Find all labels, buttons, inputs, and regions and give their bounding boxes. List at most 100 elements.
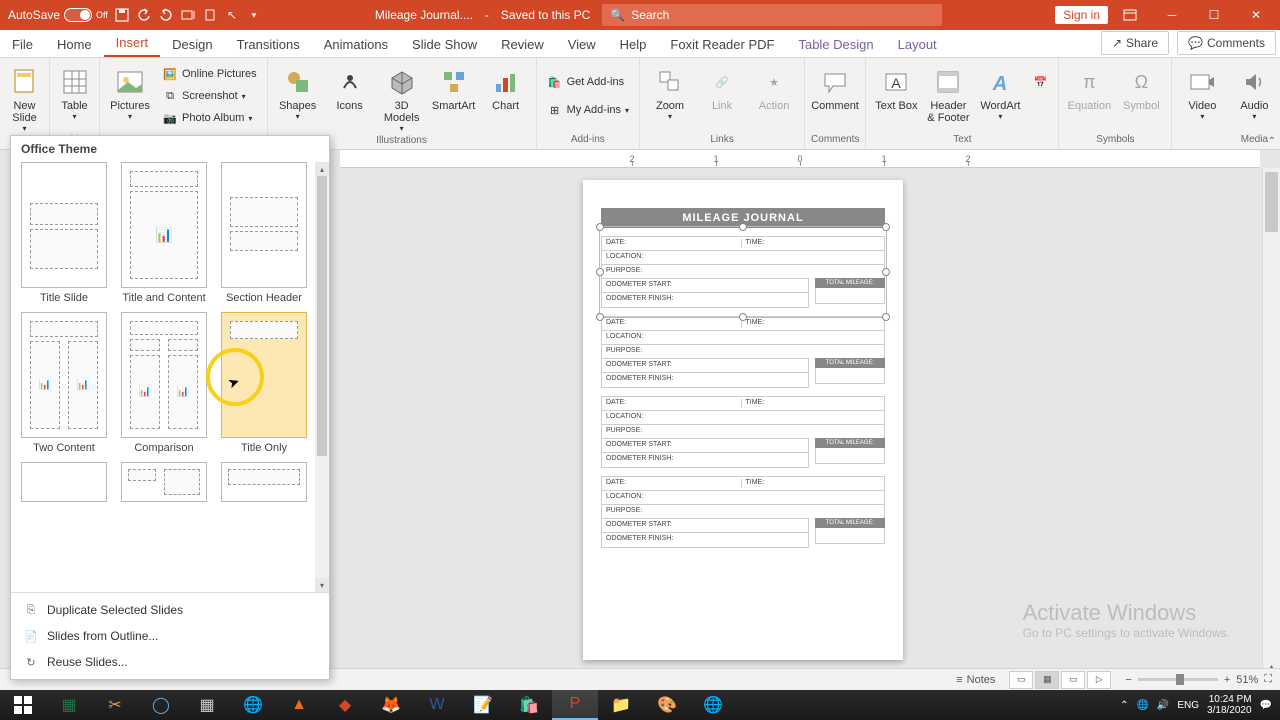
tab-slide-show[interactable]: Slide Show (400, 32, 489, 57)
tab-design[interactable]: Design (160, 32, 224, 57)
task-firefox-icon[interactable]: 🦊 (368, 690, 414, 720)
slides-from-outline-menuitem[interactable]: 📄Slides from Outline... (11, 623, 329, 649)
share-button[interactable]: ↗Share (1101, 31, 1169, 55)
tab-view[interactable]: View (556, 32, 608, 57)
notes-button[interactable]: ≡Notes (956, 674, 995, 686)
tab-review[interactable]: Review (489, 32, 556, 57)
zoom-level[interactable]: 51% (1236, 674, 1258, 686)
task-vlc-icon[interactable]: ▲ (276, 690, 322, 720)
reuse-slides-menuitem[interactable]: ↻Reuse Slides... (11, 649, 329, 675)
zoom-button[interactable]: Zoom▾ (646, 64, 694, 123)
collapse-ribbon-icon[interactable]: ⌃ (1268, 136, 1276, 147)
zoom-out-icon[interactable]: − (1125, 674, 1131, 686)
pointer-icon[interactable]: ↖ (224, 7, 240, 23)
comment-button[interactable]: Comment (811, 64, 859, 114)
undo-icon[interactable] (136, 7, 152, 23)
layout-picture-caption[interactable] (221, 462, 307, 502)
get-addins-button[interactable]: 🛍️Get Add-ins (543, 72, 633, 92)
task-paint-icon[interactable]: 🎨 (644, 690, 690, 720)
task-snip-icon[interactable]: ✂ (92, 690, 138, 720)
new-slide-button[interactable]: New Slide▾ (6, 64, 43, 135)
task-store-icon[interactable]: 🛍️ (506, 690, 552, 720)
tab-home[interactable]: Home (45, 32, 104, 57)
autosave-toggle[interactable]: AutoSave Off (8, 8, 108, 22)
start-button[interactable] (0, 690, 46, 720)
redo-icon[interactable] (158, 7, 174, 23)
qat-customize-icon[interactable]: ▾ (246, 7, 262, 23)
task-excel-icon[interactable]: ▦ (46, 690, 92, 720)
minimize-button[interactable]: ─ (1152, 0, 1192, 30)
tray-notifications-icon[interactable]: 💬 (1260, 700, 1272, 711)
tab-help[interactable]: Help (608, 32, 659, 57)
audio-button[interactable]: Audio▾ (1230, 64, 1278, 123)
task-chrome2-icon[interactable]: 🌐 (690, 690, 736, 720)
task-notepad-icon[interactable]: 📝 (460, 690, 506, 720)
zoom-slider[interactable]: − + 51% ⛶ (1125, 673, 1272, 686)
tab-file[interactable]: File (0, 32, 45, 57)
ribbon-display-icon[interactable] (1110, 0, 1150, 30)
gallery-scroll-up-icon[interactable]: ▴ (315, 162, 329, 176)
layout-title-slide[interactable]: Title Slide (21, 162, 107, 304)
tab-foxit[interactable]: Foxit Reader PDF (658, 32, 786, 57)
tab-table-design[interactable]: Table Design (786, 32, 885, 57)
fit-to-window-button[interactable]: ⛶ (1264, 673, 1272, 686)
layout-two-content[interactable]: 📊📊 Two Content (21, 312, 107, 454)
3d-models-button[interactable]: 3D Models▾ (378, 64, 426, 135)
task-word-icon[interactable]: W (414, 690, 460, 720)
gallery-scroll-down-icon[interactable]: ▾ (315, 578, 329, 592)
scrollbar-thumb[interactable] (1265, 172, 1278, 232)
chart-button[interactable]: Chart (482, 64, 530, 114)
sorter-view-button[interactable]: ▦ (1035, 671, 1059, 689)
save-icon[interactable] (114, 7, 130, 23)
layout-blank[interactable] (21, 462, 107, 502)
header-footer-button[interactable]: Header & Footer (924, 64, 972, 126)
task-powerpoint-icon[interactable]: P (552, 690, 598, 720)
layout-comparison[interactable]: 📊📊 Comparison (121, 312, 207, 454)
comments-button[interactable]: 💬Comments (1177, 31, 1276, 55)
tray-lang-icon[interactable]: ENG (1177, 700, 1199, 711)
gallery-scrollbar-thumb[interactable] (317, 176, 327, 456)
journal-entry[interactable]: DATE:TIME: LOCATION: PURPOSE: ODOMETER S… (601, 396, 885, 468)
normal-view-button[interactable]: ▭ (1009, 671, 1033, 689)
gallery-scrollbar[interactable]: ▴ ▾ (315, 162, 329, 592)
start-from-beginning-icon[interactable] (180, 7, 196, 23)
task-explorer-icon[interactable]: 📁 (598, 690, 644, 720)
journal-entry[interactable]: DATE:TIME: LOCATION: PURPOSE: ODOMETER S… (601, 476, 885, 548)
table-button[interactable]: Table▾ (56, 64, 93, 123)
task-calc-icon[interactable]: ▦ (184, 690, 230, 720)
tab-insert[interactable]: Insert (104, 30, 161, 57)
layout-content-caption[interactable] (121, 462, 207, 502)
journal-entry[interactable]: DATE:TIME: LOCATION: PURPOSE: ODOMETER S… (601, 316, 885, 388)
text-box-button[interactable]: AText Box (872, 64, 920, 114)
touch-mode-icon[interactable] (202, 7, 218, 23)
close-button[interactable]: ✕ (1236, 0, 1276, 30)
smartart-button[interactable]: SmartArt (430, 64, 478, 114)
search-input[interactable]: 🔍 Search (602, 4, 942, 26)
tab-layout[interactable]: Layout (886, 32, 949, 57)
zoom-in-icon[interactable]: + (1224, 674, 1230, 686)
task-chrome-icon[interactable]: 🌐 (230, 690, 276, 720)
tray-clock[interactable]: 10:24 PM 3/18/2020 (1207, 694, 1252, 716)
slide-canvas[interactable]: MILEAGE JOURNAL DATE:TIME: LOCATION: PUR… (583, 180, 903, 660)
shapes-button[interactable]: Shapes▾ (274, 64, 322, 123)
layout-section-header[interactable]: Section Header (221, 162, 307, 304)
tab-transitions[interactable]: Transitions (225, 32, 312, 57)
vertical-scrollbar[interactable]: ▴ ▾ (1262, 168, 1280, 690)
screenshot-button[interactable]: ⧉Screenshot▾ (158, 86, 261, 106)
duplicate-slides-menuitem[interactable]: ⎘Duplicate Selected Slides (11, 597, 329, 623)
task-cortana-icon[interactable]: ◯ (138, 690, 184, 720)
task-app-icon[interactable]: ◆ (322, 690, 368, 720)
my-addins-button[interactable]: ⊞My Add-ins▾ (543, 100, 633, 120)
reading-view-button[interactable]: ▭ (1061, 671, 1085, 689)
video-button[interactable]: Video▾ (1178, 64, 1226, 123)
tray-network-icon[interactable]: 🌐 (1136, 700, 1148, 711)
sign-in-button[interactable]: Sign in (1055, 6, 1108, 24)
photo-album-button[interactable]: 📷Photo Album▾ (158, 108, 261, 128)
text-more-button[interactable]: 📅 (1028, 64, 1052, 102)
icons-button[interactable]: Icons (326, 64, 374, 114)
pictures-button[interactable]: Pictures▾ (106, 64, 154, 123)
tab-animations[interactable]: Animations (312, 32, 400, 57)
maximize-button[interactable]: ☐ (1194, 0, 1234, 30)
tray-up-icon[interactable]: ⌃ (1120, 700, 1128, 711)
online-pictures-button[interactable]: 🖼️Online Pictures (158, 64, 261, 84)
